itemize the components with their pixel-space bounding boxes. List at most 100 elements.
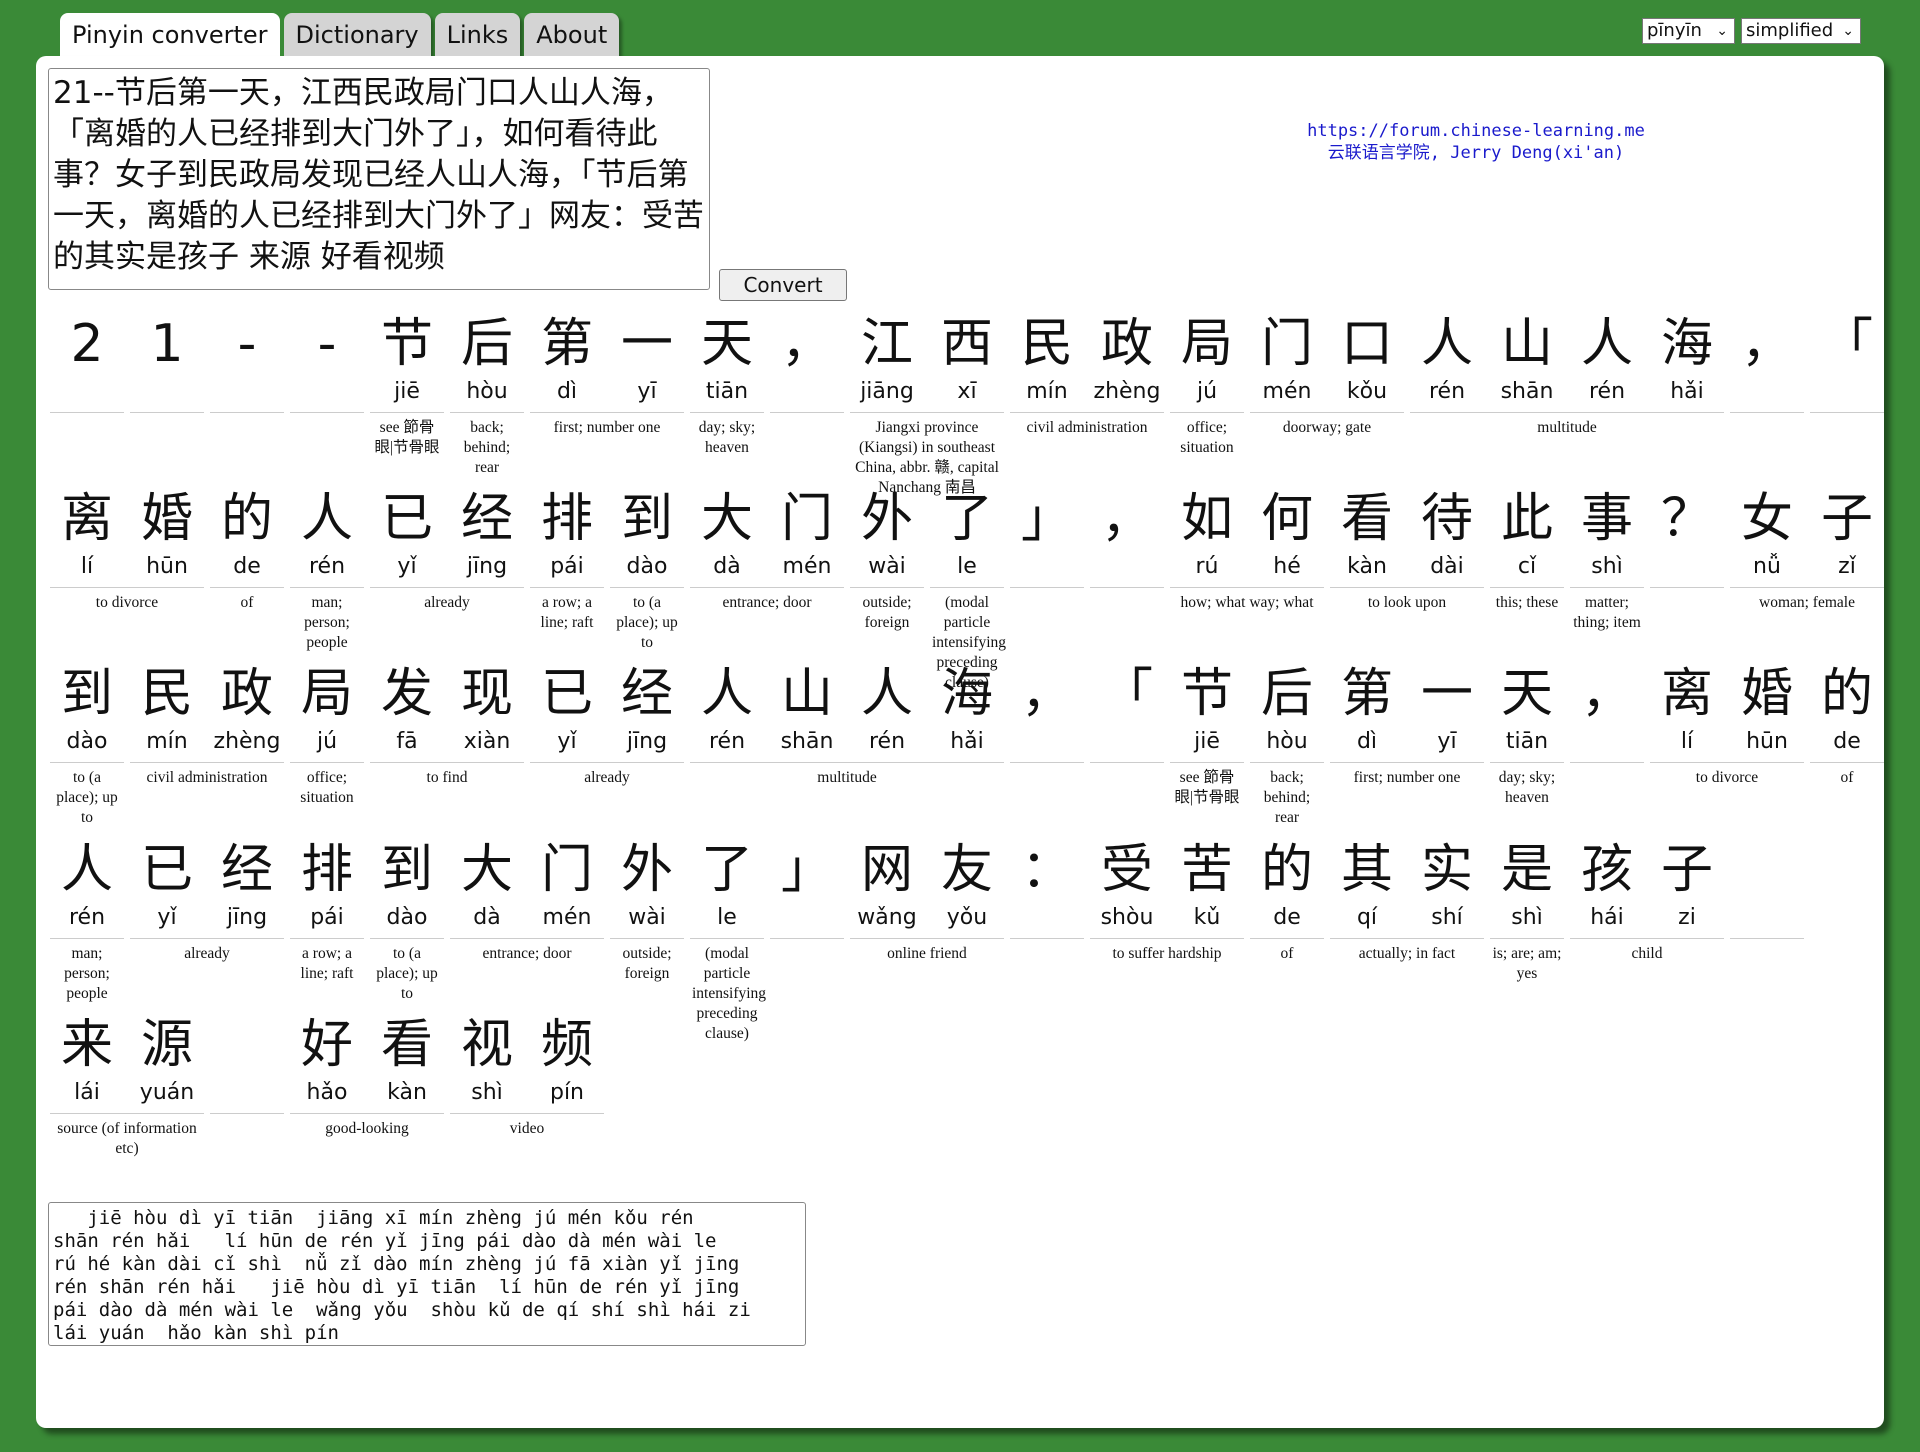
definition-divider [210,1113,284,1114]
definition-divider [290,938,364,939]
definition: office; situation [300,769,354,806]
char-cell: ： [1010,838,1084,934]
pinyin: hǎi [1670,379,1704,404]
definition-divider [290,587,364,588]
definition: day; sky; heaven [698,419,756,456]
char-cell: 到 dào [50,662,124,758]
tone-style-select[interactable]: pīnyīn ⌄ [1642,18,1735,44]
hanzi: 现 [460,664,513,724]
script-select[interactable]: simplified ⌄ [1741,18,1861,44]
hanzi: 经 [220,840,273,900]
definition-divider [1570,762,1644,763]
pinyin: wài [628,905,666,930]
char-cell: 实 shí [1410,838,1484,934]
pinyin [770,376,844,408]
definition: a row; a line; raft [300,945,354,982]
hanzi: 人 [700,664,753,724]
pinyin: lí [80,554,94,579]
char-cell: 大 dà [450,838,524,934]
pinyin: cǐ [1517,554,1537,579]
forum-link[interactable]: https://forum.chinese-learning.me [1236,120,1716,142]
pinyin: le [717,905,737,930]
pinyin: rén [68,905,106,930]
pinyin: jīng [226,905,268,930]
definition: actually; in fact [1358,945,1456,962]
char-cell: 节 jiē [370,312,444,408]
hanzi: ， [1100,489,1153,549]
hanzi: 孩 [1580,840,1633,900]
hanzi: 海 [940,664,993,724]
char-cell: 子 zǐ [1810,487,1884,583]
char-cell: 子 zi [1650,838,1724,934]
hanzi: 外 [860,489,913,549]
convert-button[interactable]: Convert [719,269,847,301]
definition-divider [1090,762,1164,763]
definition: (modal particle intensifying preceding c… [692,945,767,1042]
pinyin: jīng [466,554,508,579]
hanzi: 好 [300,1015,353,1075]
pinyin: rú [1195,554,1219,579]
pinyin: jiē [394,379,420,404]
char-cell: 现 xiàn [450,662,524,758]
definition-divider [1730,412,1804,413]
definition: already [584,769,630,786]
hanzi: 1 [150,314,184,374]
char-cell: 受 shòu [1090,838,1164,934]
definition-divider [1650,762,1804,763]
char-cell: 已 yǐ [530,662,604,758]
definition-divider [1250,412,1404,413]
tab-links[interactable]: Links [434,13,521,57]
char-cell: 」 [770,838,844,934]
char-cell: ， [1010,662,1084,758]
hanzi: 看 [1340,489,1393,549]
pinyin [1010,902,1084,934]
pinyin: xiàn [463,729,511,754]
definition-divider [850,412,1004,413]
pinyin: dà [473,905,501,930]
char-cell: 经 jīng [210,838,284,934]
definition: to (a place); up to [616,594,678,651]
hanzi: 」 [780,840,833,900]
char-cell: 看 kàn [370,1013,444,1109]
hanzi: 友 [940,840,993,900]
char-cell: 口 kǒu [1330,312,1404,408]
char-cell: 的 de [210,487,284,583]
chinese-text-input[interactable]: 21--节后第一天，江西民政局门口人山人海，「离婚的人已经排到大门外了」，如何看… [48,68,710,290]
hanzi: 2 [70,314,104,374]
pinyin-output[interactable]: jiē hòu dì yī tiān jiāng xī mín zhèng jú… [48,1202,806,1346]
tab-pinyin-converter[interactable]: Pinyin converter [60,13,280,59]
tab-dictionary[interactable]: Dictionary [283,13,431,57]
hanzi: - [317,314,337,374]
hanzi: 「 [1820,314,1873,374]
char-cell: 人 rén [850,662,924,758]
hanzi: 门 [540,840,593,900]
pinyin: yǐ [557,729,577,754]
char-cell: 待 dài [1410,487,1484,583]
hanzi: 门 [1260,314,1313,374]
char-cell: 好 hǎo [290,1013,364,1109]
credit-block: https://forum.chinese-learning.me 云联语言学院… [1236,120,1716,164]
definition-divider [1570,938,1724,939]
tab-about[interactable]: About [524,13,620,57]
char-cell: ， [1090,487,1164,583]
char-cell: 天 tiān [1490,662,1564,758]
char-cell: 山 shān [770,662,844,758]
definition: outside; foreign [622,945,672,982]
hanzi: 山 [780,664,833,724]
char-cell: 第 dì [530,312,604,408]
pinyin: rén [868,729,906,754]
definition-divider [530,412,684,413]
pinyin: xī [957,379,977,404]
pinyin [130,376,204,408]
pinyin: jiē [1194,729,1220,754]
pinyin: dào [386,905,428,930]
definition-divider [770,412,844,413]
char-cell: 的 de [1810,662,1884,758]
hanzi: 到 [380,840,433,900]
definition: of [1840,769,1854,786]
char-cell: 第 dì [1330,662,1404,758]
char-cell: 到 dào [610,487,684,583]
hanzi: 人 [1580,314,1633,374]
definition-divider [1730,587,1884,588]
pinyin: dào [626,554,668,579]
